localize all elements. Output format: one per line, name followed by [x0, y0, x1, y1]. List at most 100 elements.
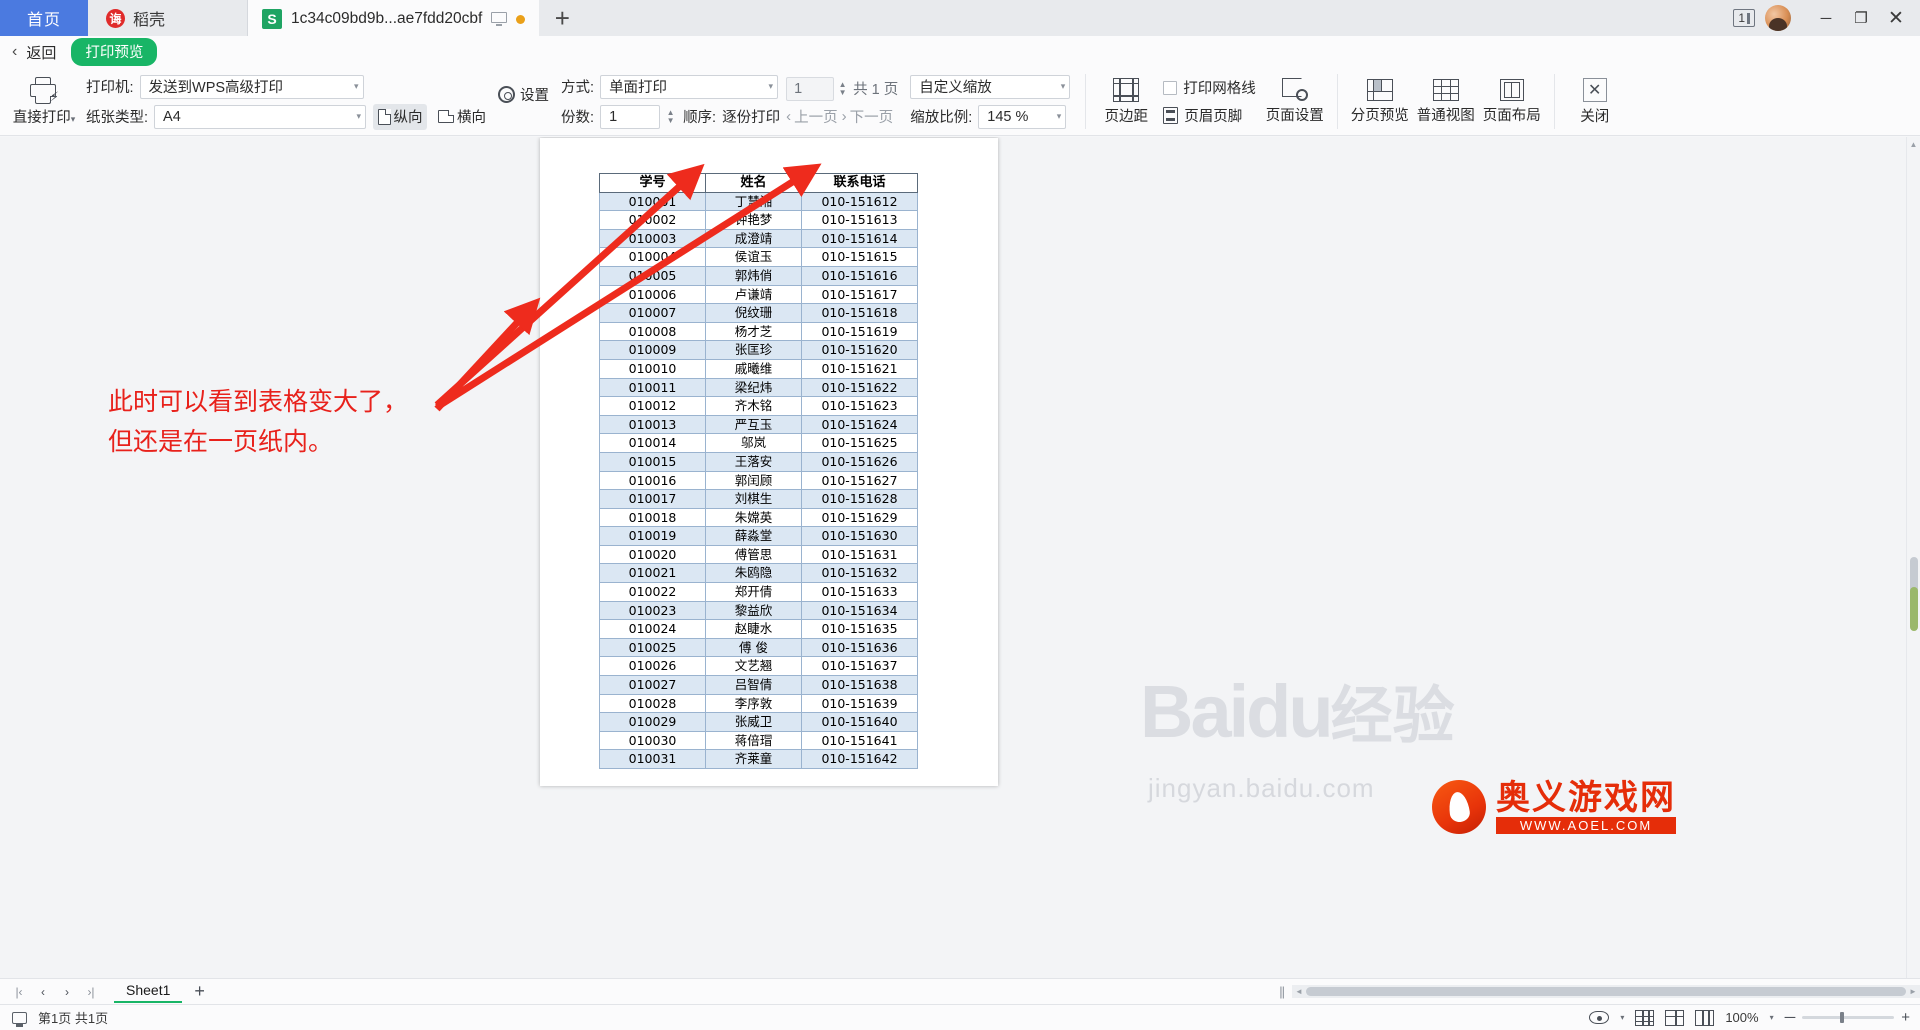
print-gridlines-checkbox[interactable]: 打印网格线	[1163, 77, 1256, 98]
tab-home[interactable]: 首页	[0, 0, 88, 36]
vertical-scrollbar[interactable]: ▲	[1906, 137, 1920, 978]
docer-icon: 诲	[106, 8, 125, 28]
table-cell: 刘棋生	[705, 489, 802, 509]
page-break-preview-button[interactable]: 分页预览	[1347, 68, 1413, 135]
table-row: 010009 张匡珍 010-151620	[599, 340, 918, 360]
scroll-left-arrow-icon[interactable]: ◄	[1292, 987, 1306, 996]
page-margin-button[interactable]: 页边距	[1095, 68, 1157, 135]
table-cell: 010015	[599, 451, 706, 472]
direct-print-caret-icon: ▾	[70, 113, 76, 124]
scroll-up-arrow-icon[interactable]: ▲	[1907, 137, 1920, 151]
table-row: 010028 李序敦 010-151639	[599, 693, 918, 714]
copies-stepper[interactable]: ▲ ▼	[664, 106, 677, 128]
horizontal-scrollbar[interactable]: ◄ ►	[1292, 985, 1920, 998]
new-tab-button[interactable]: +	[539, 0, 586, 36]
divider	[1553, 74, 1555, 129]
tab-document-label: 1c34c09bd9b...ae7fdd20cbf	[291, 10, 483, 27]
table-cell: 010-151633	[801, 582, 918, 602]
orientation-portrait-button[interactable]: 纵向	[373, 103, 428, 130]
sheet-tab-sheet1[interactable]: Sheet1	[114, 980, 183, 1003]
zoom-slider-knob[interactable]	[1840, 1012, 1845, 1023]
tab-document[interactable]: S 1c34c09bd9b...ae7fdd20cbf	[248, 0, 540, 36]
page-setup-label: 页面设置	[1265, 108, 1324, 124]
table-cell: 010-151629	[801, 507, 918, 528]
zoom-level-label[interactable]: 100%	[1725, 1010, 1758, 1025]
view-page-layout-button[interactable]	[1665, 1009, 1685, 1026]
table-cell: 010002	[599, 210, 706, 230]
page-layout-button[interactable]: 页面布局	[1479, 68, 1545, 135]
page-total-label: 共 1 页	[853, 82, 899, 98]
table-cell: 010-151636	[801, 637, 918, 658]
scale-ratio-input[interactable]: 145 % ▾	[978, 104, 1067, 129]
normal-view-button[interactable]: 普通视图	[1413, 68, 1479, 135]
prev-sheet-button[interactable]: ‹	[32, 985, 54, 999]
eye-chevron-down-icon[interactable]: ▾	[1620, 1013, 1624, 1022]
table-cell: 张匡珍	[705, 340, 802, 360]
tab-count-badge[interactable]: 1	[1733, 9, 1755, 27]
table-row: 010001 丁慧湘 010-151612	[599, 191, 918, 212]
zoom-out-button[interactable]: ─	[1785, 1009, 1796, 1026]
page-navigator: 1 ▲ ▼ 共 1 页 ‹ 上一页 › 下一页	[780, 68, 904, 135]
print-mode-select[interactable]: 单面打印 ▾	[600, 74, 779, 99]
table-cell: 010-151632	[801, 563, 918, 584]
monitor-icon[interactable]	[491, 12, 508, 26]
page-margin-icon	[1113, 77, 1140, 102]
scroll-right-arrow-icon[interactable]: ►	[1906, 987, 1920, 996]
last-sheet-button[interactable]: ›|	[80, 985, 102, 999]
printer-fields: 打印机: 发送到WPS高级打印 ▾ 纸张类型: A4 ▾ 纵向 横向	[82, 68, 490, 135]
next-sheet-button[interactable]: ›	[56, 985, 78, 999]
back-chevron-icon[interactable]: ‹	[12, 43, 17, 61]
unsaved-dot-icon	[516, 14, 526, 24]
view-page-break-button[interactable]	[1695, 1009, 1715, 1026]
table-cell: 王落安	[705, 451, 802, 472]
next-page-button[interactable]: › 下一页	[842, 106, 894, 127]
table-header-cell: 学号	[599, 173, 706, 193]
settings-label: 设置	[520, 88, 550, 104]
order-value[interactable]: 逐份打印	[722, 106, 780, 127]
table-cell: 010025	[599, 637, 706, 658]
table-cell: 010-151639	[801, 693, 918, 714]
preview-canvas[interactable]: 学号 姓名 联系电话 010001 丁慧湘 010-151612 010002 钟艳梦 010…	[0, 137, 1920, 978]
split-handle-icon[interactable]: ||	[1271, 984, 1292, 999]
scale-mode-select[interactable]: 自定义缩放 ▾	[910, 74, 1071, 99]
chevron-down-icon: ▾	[354, 81, 359, 91]
avatar[interactable]	[1765, 5, 1791, 31]
first-sheet-button[interactable]: |‹	[8, 985, 30, 999]
copies-value: 1	[609, 108, 618, 125]
preview-page: 学号 姓名 联系电话 010001 丁慧湘 010-151612 010002 钟艳梦 010…	[540, 138, 998, 786]
table-cell: 邬岚	[705, 433, 802, 453]
eye-protection-icon[interactable]	[1589, 1011, 1610, 1024]
add-sheet-button[interactable]: +	[184, 981, 215, 1002]
vertical-scroll-thumb-secondary[interactable]	[1910, 587, 1918, 631]
record-macro-button[interactable]	[10, 1011, 28, 1027]
zoom-slider[interactable]	[1802, 1012, 1895, 1023]
paper-type-label: 纸张类型:	[86, 110, 149, 126]
orientation-landscape-label: 横向	[457, 110, 487, 126]
tab-docer[interactable]: 诲 稻壳	[88, 0, 248, 36]
printer-select[interactable]: 发送到WPS高级打印 ▾	[139, 74, 364, 99]
table-cell: 010-151631	[801, 544, 918, 565]
table-cell: 010012	[599, 396, 706, 416]
close-preview-button[interactable]: ✕ 关闭	[1564, 68, 1626, 135]
paper-type-select[interactable]: A4 ▾	[154, 104, 367, 129]
view-normal-button[interactable]	[1635, 1009, 1655, 1026]
minimize-button[interactable]: ─	[1810, 1, 1842, 35]
table-cell: 010-151626	[801, 451, 918, 472]
direct-print-button[interactable]: ⚡ 直接打印▾	[6, 68, 82, 135]
header-footer-button[interactable]: 页眉页脚	[1163, 105, 1256, 126]
prev-page-button[interactable]: ‹ 上一页	[786, 106, 838, 127]
page-setup-button[interactable]: 页面设置	[1262, 68, 1328, 135]
close-window-button[interactable]: ✕	[1880, 1, 1912, 35]
chevron-down-icon: ▾	[768, 81, 774, 91]
orientation-landscape-button[interactable]: 横向	[435, 104, 489, 130]
horizontal-scroll-thumb[interactable]	[1306, 987, 1906, 996]
page-number-input[interactable]: 1	[786, 76, 835, 101]
zoom-chevron-down-icon[interactable]: ▾	[1770, 1013, 1774, 1022]
copies-input[interactable]: 1	[600, 104, 661, 129]
settings-button[interactable]: 设置	[490, 84, 557, 105]
page-number-stepper[interactable]: ▲ ▼	[836, 78, 849, 100]
table-cell: 010-151640	[801, 712, 918, 732]
restore-button[interactable]: ❐	[1845, 1, 1877, 35]
zoom-in-button[interactable]: +	[1901, 1009, 1910, 1026]
back-button[interactable]: 返回	[26, 42, 56, 63]
